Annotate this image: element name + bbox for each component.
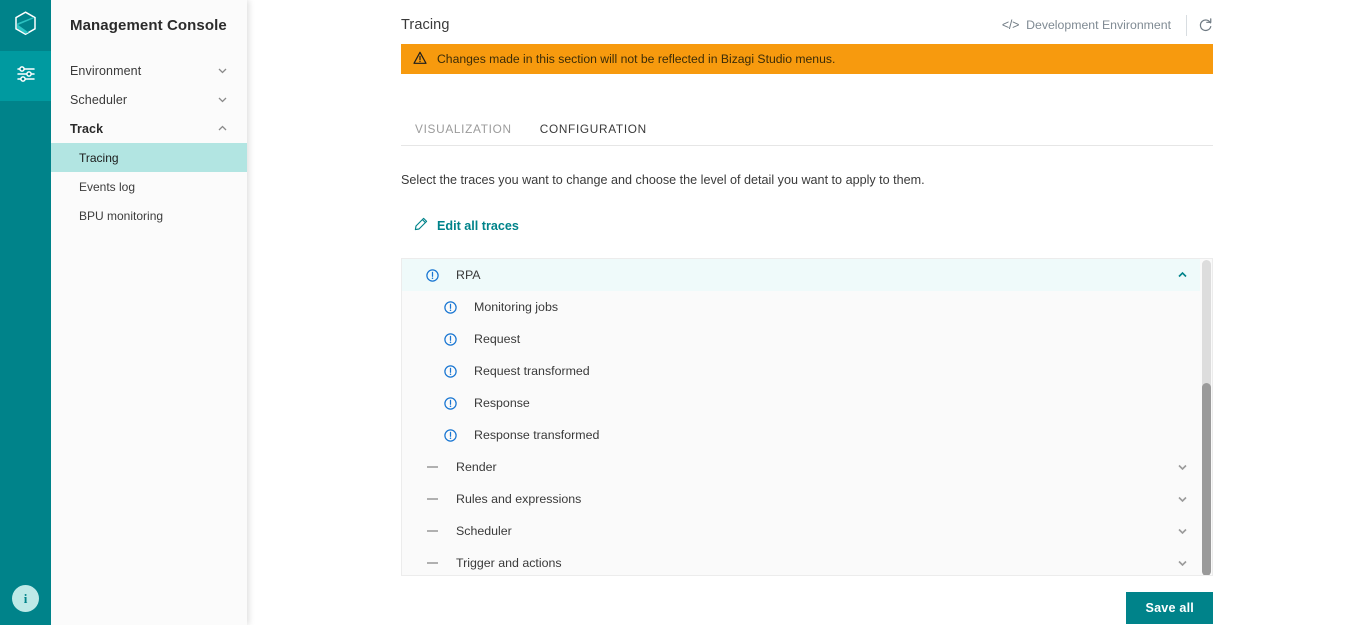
header-divider [1186,14,1187,36]
trace-row-response[interactable]: Response [402,387,1200,419]
trace-row-request[interactable]: Request [402,323,1200,355]
chevron-up-icon[interactable] [1176,269,1189,282]
trace-row-monitoring-jobs-label: Monitoring jobs [474,300,559,314]
hexagon-logo-icon [14,10,37,41]
content-column: Tracing </> Development Environment Chan… [401,0,1213,624]
trace-row-rules-and-expressions[interactable]: Rules and expressions [402,483,1200,515]
chevron-down-icon[interactable] [1176,525,1189,538]
warning-triangle-icon [413,51,427,68]
app-root: i Management Console Environment Schedul… [0,0,1366,625]
dash-icon [424,498,440,500]
trace-row-request-transformed-label: Request transformed [474,364,590,378]
trace-row-rules-and-expressions-label: Rules and expressions [456,492,582,506]
sidebar-item-events-log[interactable]: Events log [51,172,247,201]
dash-icon [424,466,440,468]
info-circle-icon [442,396,458,410]
environment-indicator: </> Development Environment [1001,14,1213,36]
footer-actions: Save all [401,592,1213,624]
sidebar-group-environment[interactable]: Environment [51,56,247,85]
sliders-icon [15,63,37,90]
sidebar-group-track[interactable]: Track [51,114,247,143]
app-logo[interactable] [0,0,51,51]
trace-list-scrollbar-thumb[interactable] [1202,383,1211,575]
chevron-up-icon [217,123,228,134]
pencil-icon [414,217,428,234]
sidebar-nav: Environment Scheduler Track Tracing Even… [51,56,247,230]
code-brackets-icon: </> [1001,18,1020,32]
sidebar-item-tracing[interactable]: Tracing [51,143,247,172]
info-circle-icon [424,268,440,282]
tab-configuration-label: CONFIGURATION [539,122,647,136]
sidebar-item-bpu-monitoring-label: BPU monitoring [79,208,164,223]
sidebar-item-bpu-monitoring[interactable]: BPU monitoring [51,201,247,230]
trace-row-trigger-and-actions-label: Trigger and actions [456,556,562,570]
trace-row-response-transformed[interactable]: Response transformed [402,419,1200,451]
trace-row-scheduler-label: Scheduler [456,524,512,538]
trace-row-rpa-label: RPA [456,268,481,282]
sidebar-group-scheduler[interactable]: Scheduler [51,85,247,114]
trace-row-request-label: Request [474,332,521,346]
edit-all-traces-label: Edit all traces [437,218,519,233]
tab-visualization[interactable]: VISUALIZATION [401,116,526,145]
helper-text: Select the traces you want to change and… [401,173,925,187]
page-header: Tracing </> Development Environment [401,0,1213,44]
trace-row-rpa[interactable]: RPA [402,259,1200,291]
chevron-down-icon[interactable] [1176,461,1189,474]
chevron-down-icon[interactable] [1176,557,1189,570]
trace-list-rows: RPA Monitoring jobs Request Request tran… [402,259,1200,575]
info-circle-icon [442,300,458,314]
chevron-down-icon[interactable] [1176,493,1189,506]
info-circle-icon [442,364,458,378]
sidebar-group-track-label: Track [70,121,104,136]
trace-row-response-label: Response [474,396,530,410]
trace-row-render[interactable]: Render [402,451,1200,483]
edit-all-traces-button[interactable]: Edit all traces [401,217,519,234]
refresh-icon[interactable] [1198,17,1213,33]
help-button[interactable]: i [12,585,39,612]
trace-list: RPA Monitoring jobs Request Request tran… [401,258,1213,576]
page-title: Tracing [401,17,450,33]
environment-label: Development Environment [1026,18,1171,32]
trace-row-request-transformed[interactable]: Request transformed [402,355,1200,387]
info-circle-icon [442,428,458,442]
dash-icon [424,530,440,532]
info-circle-icon [442,332,458,346]
trace-row-response-transformed-label: Response transformed [474,428,600,442]
icon-rail: i [0,0,51,625]
trace-row-monitoring-jobs[interactable]: Monitoring jobs [402,291,1200,323]
chevron-down-icon [217,65,228,76]
tab-visualization-label: VISUALIZATION [415,122,512,136]
trace-row-scheduler[interactable]: Scheduler [402,515,1200,547]
warning-banner-text: Changes made in this section will not be… [437,52,836,66]
sidebar-title: Management Console [70,17,227,34]
save-all-button[interactable]: Save all [1126,592,1213,624]
sidebar-group-environment-label: Environment [70,63,142,78]
sidebar-item-events-log-label: Events log [79,179,136,194]
sidebar: Management Console Environment Scheduler… [51,0,247,625]
main-area: Tracing </> Development Environment Chan… [247,0,1366,625]
sidebar-group-scheduler-label: Scheduler [70,92,128,107]
warning-banner: Changes made in this section will not be… [401,44,1213,74]
chevron-down-icon [217,94,228,105]
trace-row-render-label: Render [456,460,497,474]
tab-bar: VISUALIZATION CONFIGURATION [401,116,1213,146]
tab-configuration[interactable]: CONFIGURATION [526,116,661,145]
help-info-icon: i [23,591,28,606]
trace-row-trigger-and-actions[interactable]: Trigger and actions [402,547,1200,575]
dash-icon [424,562,440,564]
sidebar-item-tracing-label: Tracing [79,150,119,165]
rail-button-settings[interactable] [0,51,51,101]
